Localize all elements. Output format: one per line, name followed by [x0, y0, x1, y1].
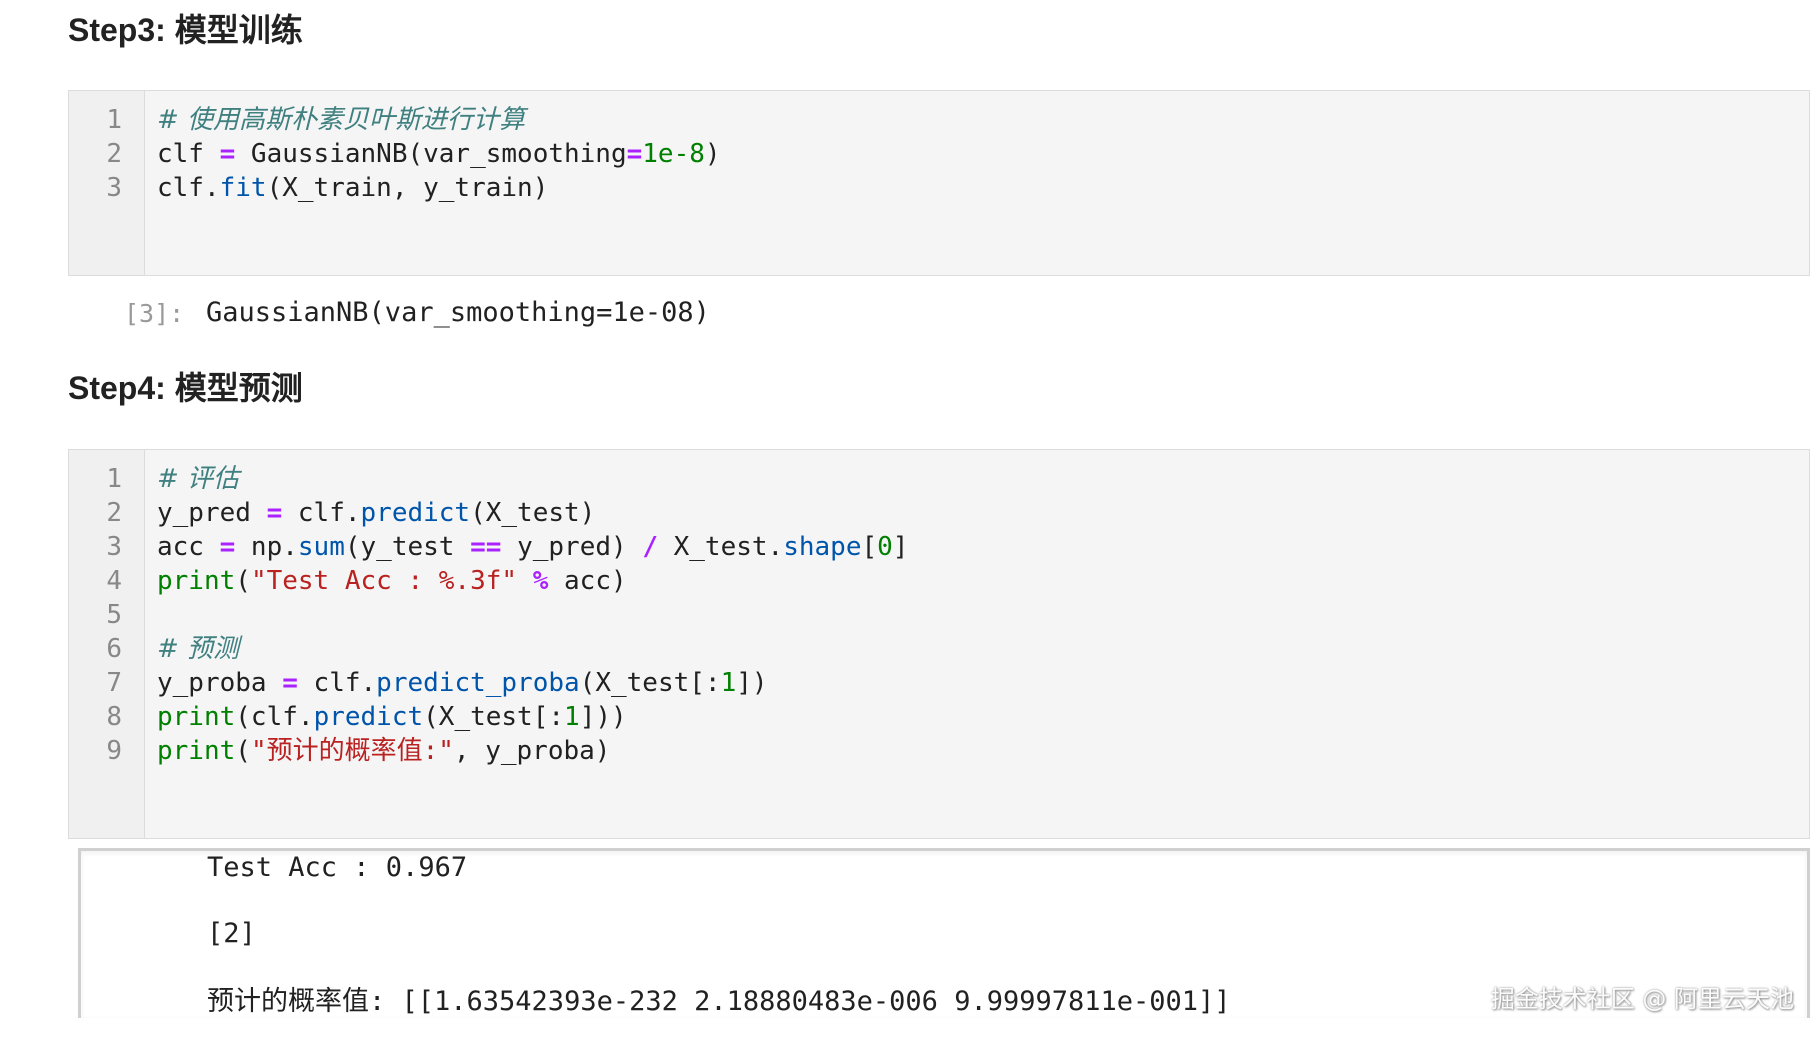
code-token: y_pred — [157, 498, 267, 528]
code-number: 1 — [564, 702, 580, 732]
stdout-line: 预计的概率值: [[1.63542393e-232 2.18880483e-00… — [207, 986, 1231, 1017]
code-token: clf — [157, 139, 220, 169]
code-line: print("预计的概率值:", y_proba) — [157, 734, 908, 768]
code-token: (X_train, y_train) — [266, 173, 549, 203]
code-token: GaussianNB(var_smoothing — [235, 139, 627, 169]
code-token: (X_test[: — [579, 668, 721, 698]
line-number: 1 — [106, 105, 122, 135]
code-attribute: sum — [297, 532, 345, 562]
step3-code-cell[interactable]: 1 2 3 # 使用高斯朴素贝叶斯进行计算 clf = GaussianNB(v… — [68, 90, 1810, 276]
output-prompt: [3]: — [124, 299, 185, 328]
code-line: y_proba = clf.predict_proba(X_test[:1]) — [157, 666, 908, 700]
code-string: "预计的概率值:" — [250, 736, 454, 766]
code-operator: = — [282, 668, 298, 698]
code-editor[interactable]: # 使用高斯朴素贝叶斯进行计算 clf = GaussianNB(var_smo… — [145, 91, 721, 275]
code-operator: = — [626, 139, 643, 169]
step4-heading: Step4: 模型预测 — [68, 370, 303, 406]
code-attribute: predict_proba — [376, 668, 580, 698]
code-line: print(clf.predict(X_test[:1])) — [157, 700, 908, 734]
code-token: (y_test — [344, 532, 471, 562]
code-token: (clf. — [235, 702, 314, 732]
line-number: 4 — [106, 566, 122, 596]
code-number: 1e-8 — [642, 139, 705, 169]
code-token: clf. — [297, 668, 377, 698]
code-token: ] — [892, 532, 909, 562]
line-number-gutter: 1 2 3 — [69, 91, 145, 275]
code-number: 0 — [877, 532, 893, 562]
code-line: clf = GaussianNB(var_smoothing=1e-8) — [157, 137, 721, 171]
code-operator: = — [219, 532, 236, 562]
code-token: ( — [235, 736, 251, 766]
code-line: # 评估 — [157, 462, 908, 496]
code-line: y_pred = clf.predict(X_test) — [157, 496, 908, 530]
code-comment: # 评估 — [157, 464, 240, 494]
code-token: ) — [704, 139, 721, 169]
stdout-line: [2] — [207, 918, 256, 949]
code-token: ]) — [736, 668, 768, 698]
code-attribute: predict — [313, 702, 424, 732]
code-attribute: predict — [360, 498, 471, 528]
code-token: clf. — [282, 498, 361, 528]
code-comment: # 使用高斯朴素贝叶斯进行计算 — [157, 105, 526, 135]
line-number: 9 — [106, 736, 122, 766]
code-line: clf.fit(X_train, y_train) — [157, 171, 721, 205]
code-number: 1 — [720, 668, 737, 698]
code-builtin: print — [157, 702, 236, 732]
line-number: 1 — [106, 464, 122, 494]
code-token: [ — [861, 532, 878, 562]
code-token: y_proba — [157, 668, 283, 698]
code-token: acc — [157, 532, 220, 562]
step4-code-cell[interactable]: 1 2 3 4 5 6 7 8 9 # 评估 y_pred = clf.pred… — [68, 449, 1810, 839]
code-attribute: fit — [219, 173, 267, 203]
code-token: X_test. — [657, 532, 784, 562]
line-number-gutter: 1 2 3 4 5 6 7 8 9 — [69, 450, 145, 838]
code-operator: == — [470, 532, 502, 562]
code-line: # 使用高斯朴素贝叶斯进行计算 — [157, 103, 721, 137]
code-string: "Test Acc : %.3f" — [250, 566, 518, 596]
code-operator: % — [532, 566, 549, 596]
code-line: print("Test Acc : %.3f" % acc) — [157, 564, 908, 598]
cell-output-result: GaussianNB(var_smoothing=1e-08) — [206, 297, 710, 328]
code-token: (X_test) — [470, 498, 596, 528]
line-number: 8 — [106, 702, 122, 732]
code-operator: / — [642, 532, 658, 562]
code-comment: # 预测 — [157, 634, 240, 664]
line-number: 5 — [106, 600, 122, 630]
code-token: clf. — [157, 173, 220, 203]
code-operator: = — [219, 139, 236, 169]
code-line: acc = np.sum(y_test == y_pred) / X_test.… — [157, 530, 908, 564]
line-number: 3 — [106, 173, 122, 203]
code-token: ])) — [579, 702, 627, 732]
line-number: 2 — [106, 498, 122, 528]
code-builtin: print — [157, 566, 236, 596]
code-attribute: shape — [783, 532, 862, 562]
line-number: 6 — [106, 634, 122, 664]
code-editor[interactable]: # 评估 y_pred = clf.predict(X_test) acc = … — [145, 450, 908, 838]
step3-heading: Step3: 模型训练 — [68, 12, 303, 48]
code-token: y_pred) — [501, 532, 643, 562]
stdout-line: Test Acc : 0.967 — [207, 852, 468, 883]
watermark: 掘金技术社区 @ 阿里云天池 — [1490, 985, 1794, 1013]
code-token: ( — [235, 566, 251, 596]
line-number: 7 — [106, 668, 122, 698]
code-token: (X_test[: — [423, 702, 565, 732]
code-operator: = — [266, 498, 283, 528]
code-token: acc) — [548, 566, 627, 596]
code-token: , y_proba) — [453, 736, 611, 766]
code-token: np. — [235, 532, 298, 562]
code-builtin: print — [157, 736, 236, 766]
line-number: 2 — [106, 139, 122, 169]
line-number: 3 — [106, 532, 122, 562]
code-line: # 预测 — [157, 632, 908, 666]
